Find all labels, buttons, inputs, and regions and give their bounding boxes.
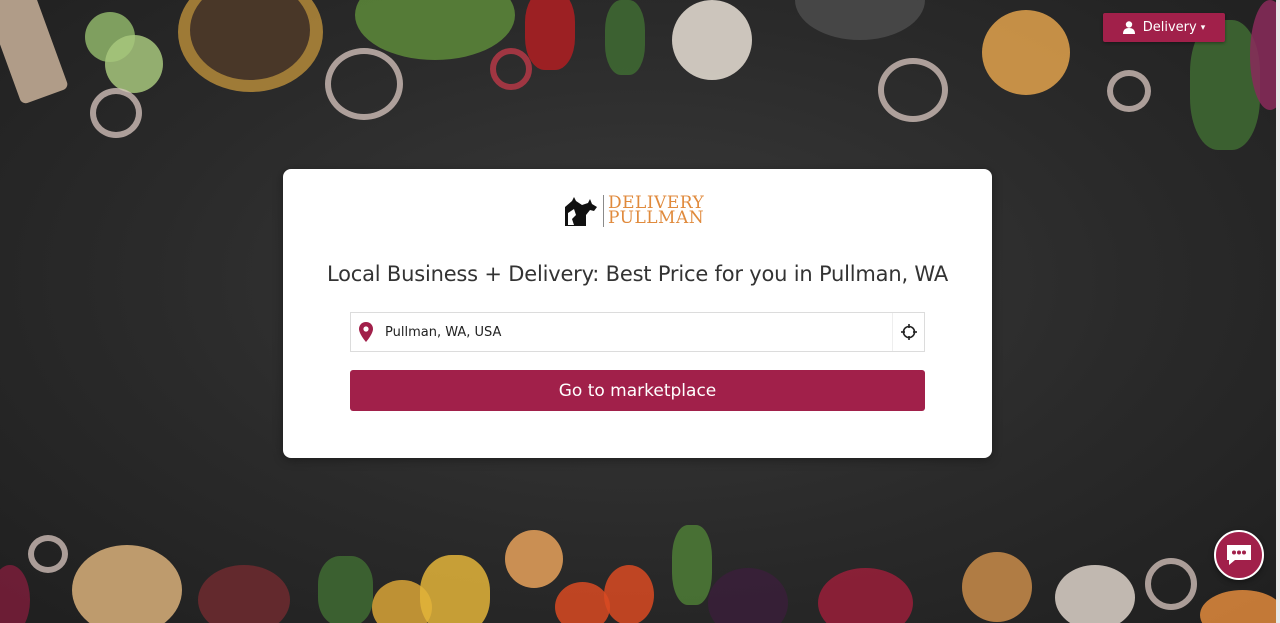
search-card: DELIVERY PULLMAN Local Business + Delive… [283, 169, 992, 458]
logo-mark-icon [565, 197, 597, 226]
user-icon [1122, 21, 1135, 34]
location-field[interactable] [350, 312, 925, 352]
crosshair-icon [900, 324, 917, 340]
delivery-dropdown-button[interactable]: Delivery ▾ [1103, 13, 1225, 42]
chat-button[interactable] [1214, 530, 1264, 580]
location-input[interactable] [385, 313, 892, 351]
logo-text: DELIVERY PULLMAN [608, 195, 705, 228]
page-headline: Local Business + Delivery: Best Price fo… [327, 262, 948, 286]
logo-divider [603, 195, 604, 227]
logo: DELIVERY PULLMAN [564, 193, 712, 229]
logo-line-2: PULLMAN [608, 208, 705, 228]
chat-icon [1227, 545, 1251, 565]
caret-down-icon: ▾ [1200, 22, 1206, 33]
map-pin-icon [359, 322, 373, 342]
scrollbar[interactable] [1276, 0, 1280, 623]
locate-me-button[interactable] [892, 313, 924, 351]
go-to-marketplace-button[interactable]: Go to marketplace [350, 370, 925, 411]
delivery-label: Delivery [1142, 20, 1197, 35]
